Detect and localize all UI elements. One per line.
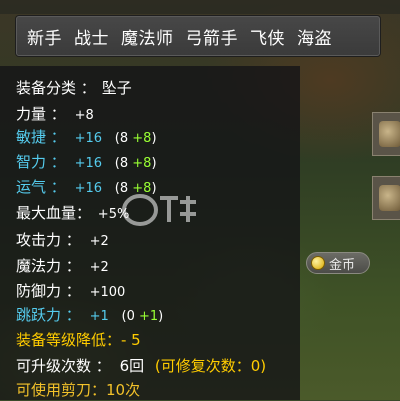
stat-value: +8 bbox=[74, 108, 94, 123]
stat-row-attack: 攻击力 ： +2 bbox=[16, 229, 109, 251]
stat-base-value: (8 bbox=[114, 156, 133, 171]
stat-row-magic: 魔法力 ： +2 bbox=[16, 255, 109, 277]
stat-value: +2 bbox=[89, 234, 109, 249]
stat-close-paren: ) bbox=[158, 309, 164, 324]
upgrade-count-row: 可升级次数 ： 6回 (可修复次数：0) bbox=[16, 355, 266, 377]
stat-bonus-value: +1 bbox=[139, 309, 159, 324]
job-warrior: 战士 bbox=[74, 28, 109, 49]
coin-icon bbox=[311, 256, 325, 270]
stat-value: +1 bbox=[89, 309, 109, 324]
repair-count: (可修复次数：0) bbox=[154, 357, 267, 375]
job-beginner: 新手 bbox=[27, 28, 62, 49]
upgrade-label: 可升级次数 ： bbox=[16, 357, 111, 375]
inventory-slot[interactable] bbox=[372, 112, 400, 156]
top-status-strip bbox=[0, 0, 400, 14]
stat-close-paren: ) bbox=[151, 156, 157, 171]
stat-close-paren: ) bbox=[151, 131, 157, 146]
stat-row-int: 智力 ： +16 (8 +8) bbox=[16, 151, 157, 173]
stat-label: 智力 ： bbox=[16, 153, 66, 171]
stat-value: +16 bbox=[74, 181, 102, 196]
level-reduction-row: 装备等级降低：- 5 bbox=[16, 331, 141, 349]
item-category-row: 装备分类 ： 坠子 bbox=[16, 77, 132, 99]
stat-bonus-value: +8 bbox=[132, 156, 152, 171]
coin-label: 金币 bbox=[329, 257, 356, 273]
job-pirate: 海盗 bbox=[297, 28, 332, 49]
stat-label: 攻击力 ： bbox=[16, 231, 81, 249]
stat-value: +16 bbox=[74, 131, 102, 146]
upgrade-value: 6回 bbox=[119, 357, 145, 375]
inventory-slot[interactable] bbox=[372, 176, 400, 220]
stat-value: +100 bbox=[89, 285, 126, 300]
job-bowman: 弓箭手 bbox=[185, 28, 238, 49]
stat-label: 最大血量： bbox=[16, 204, 92, 222]
stat-label: 敏捷 ： bbox=[16, 128, 66, 146]
stat-row-jump: 跳跃力 ： +1 (0 +1) bbox=[16, 304, 163, 326]
scissors-count-row: 可使用剪刀：10次 bbox=[16, 381, 141, 399]
item-category-value: 坠子 bbox=[101, 79, 132, 97]
stat-label: 力量 ： bbox=[16, 105, 66, 123]
item-thumbnail-icon bbox=[379, 185, 400, 211]
stat-base-value: (8 bbox=[114, 131, 133, 146]
job-requirement-bar: 新手 战士 魔法师 弓箭手 飞侠 海盗 bbox=[16, 16, 380, 56]
job-magician: 魔法师 bbox=[121, 28, 174, 49]
stat-row-maxhp: 最大血量： +5% bbox=[16, 202, 129, 224]
stat-label: 跳跃力 ： bbox=[16, 306, 81, 324]
item-category-label: 装备分类 ： bbox=[16, 79, 96, 97]
stat-label: 运气 ： bbox=[16, 178, 66, 196]
stat-value: +16 bbox=[74, 156, 102, 171]
stat-bonus-value: +8 bbox=[132, 131, 152, 146]
stat-row-dex: 敏捷 ： +16 (8 +8) bbox=[16, 126, 157, 148]
stat-row-defense: 防御力 ： +100 bbox=[16, 280, 125, 302]
job-thief: 飞侠 bbox=[250, 28, 285, 49]
stat-base-value: (0 bbox=[121, 309, 139, 324]
coin-button[interactable]: 金币 bbox=[306, 252, 370, 274]
stat-value: +2 bbox=[89, 260, 109, 275]
site-watermark-logo bbox=[122, 194, 196, 226]
stat-label: 防御力 ： bbox=[16, 282, 81, 300]
stat-row-str: 力量 ： +8 bbox=[16, 103, 94, 125]
stat-label: 魔法力 ： bbox=[16, 257, 81, 275]
item-thumbnail-icon bbox=[379, 121, 400, 147]
